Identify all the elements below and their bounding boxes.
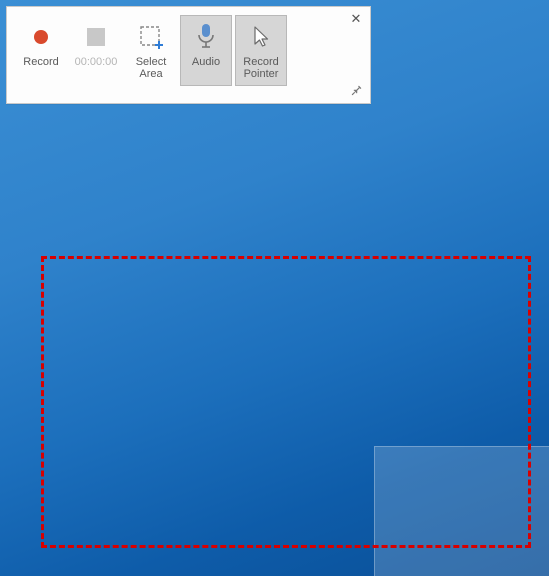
screen-recorder-toolbar: ✕ Record 00:00:00 [6, 6, 371, 104]
pin-button[interactable] [348, 83, 364, 99]
close-button[interactable]: ✕ [348, 11, 364, 27]
record-label: Record [23, 54, 58, 68]
pin-icon [349, 84, 363, 98]
recording-selection-area[interactable] [41, 256, 531, 548]
select-area-label: Select Area [136, 54, 167, 80]
record-button[interactable]: Record [15, 15, 67, 86]
close-icon: ✕ [351, 11, 362, 27]
select-area-button[interactable]: Select Area [125, 15, 177, 86]
record-icon [31, 27, 51, 47]
record-pointer-button[interactable]: Record Pointer [235, 15, 287, 86]
stop-icon [85, 26, 107, 48]
toolbar-button-group: Record 00:00:00 Select Area [15, 15, 287, 86]
audio-button[interactable]: Audio [180, 15, 232, 86]
timer-label: 00:00:00 [75, 54, 118, 68]
microphone-icon [195, 23, 217, 51]
pointer-icon [249, 24, 273, 50]
record-pointer-label: Record Pointer [243, 54, 278, 80]
select-area-icon [138, 24, 164, 50]
stop-button[interactable]: 00:00:00 [70, 15, 122, 86]
audio-label: Audio [192, 54, 220, 68]
